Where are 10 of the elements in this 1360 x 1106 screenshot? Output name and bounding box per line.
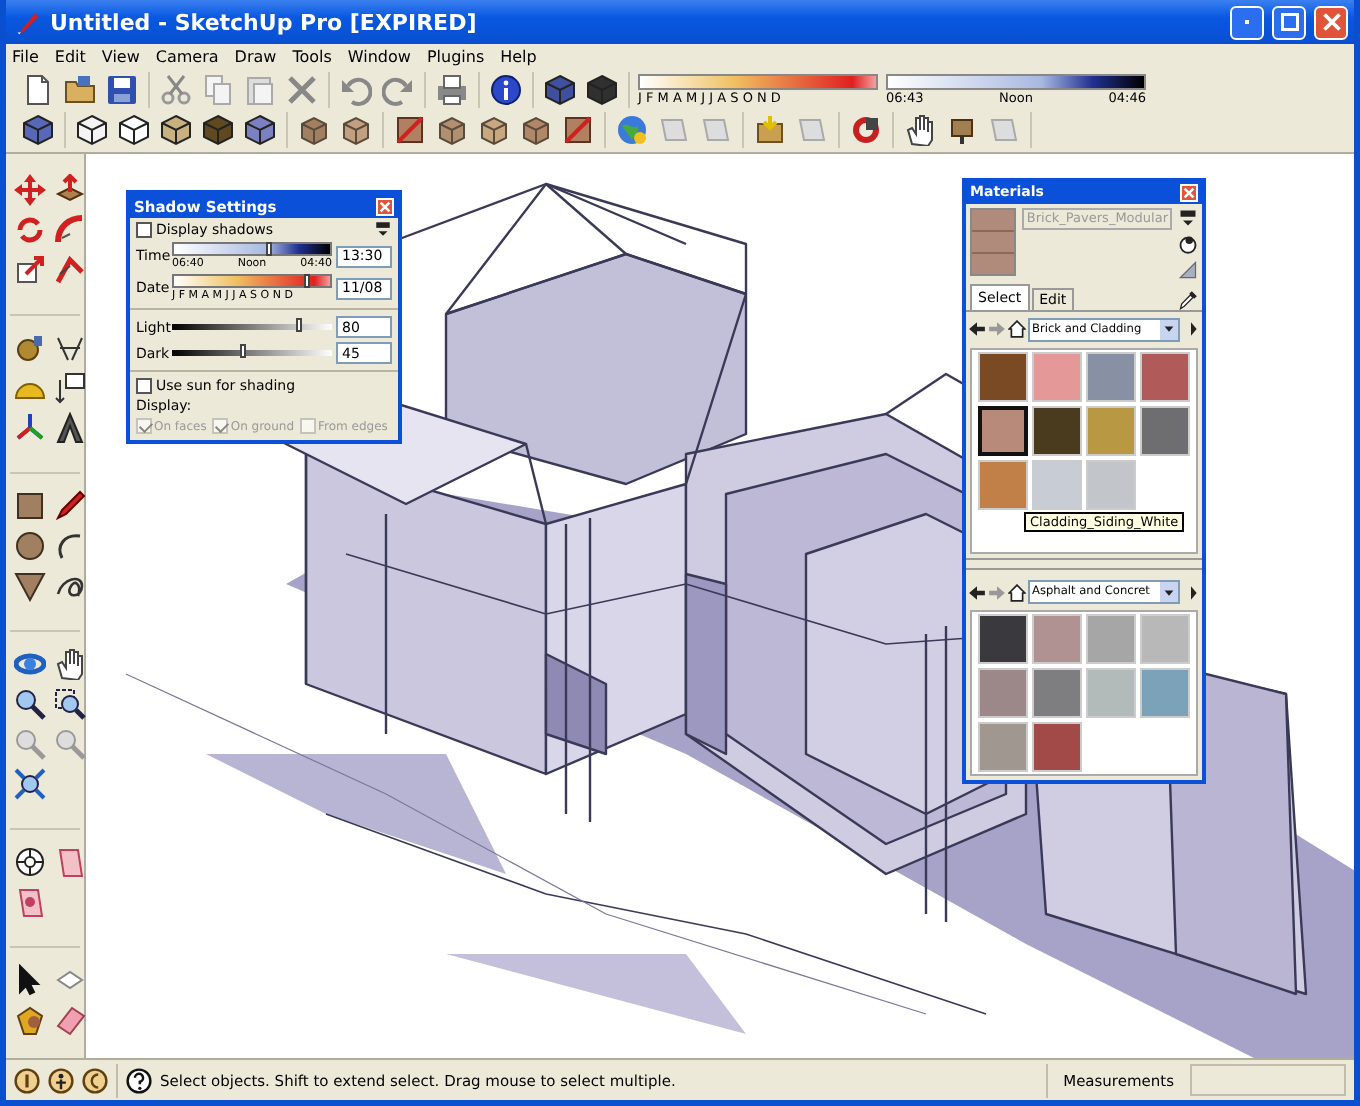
menu-item[interactable]: Help [500, 47, 537, 65]
menu-item[interactable]: Camera [155, 47, 219, 65]
menu-item[interactable]: Window [347, 47, 411, 65]
menu-item[interactable]: Plugins [426, 47, 485, 65]
menu-item[interactable]: Tools [292, 47, 332, 65]
menu-item[interactable]: Edit [54, 47, 86, 65]
window-title: Untitled - SketchUp Pro [EXPIRED] [50, 9, 479, 35]
menu-item[interactable]: View [101, 47, 140, 65]
menu-item[interactable]: Draw [234, 47, 277, 65]
menu-item[interactable]: File [12, 47, 39, 65]
